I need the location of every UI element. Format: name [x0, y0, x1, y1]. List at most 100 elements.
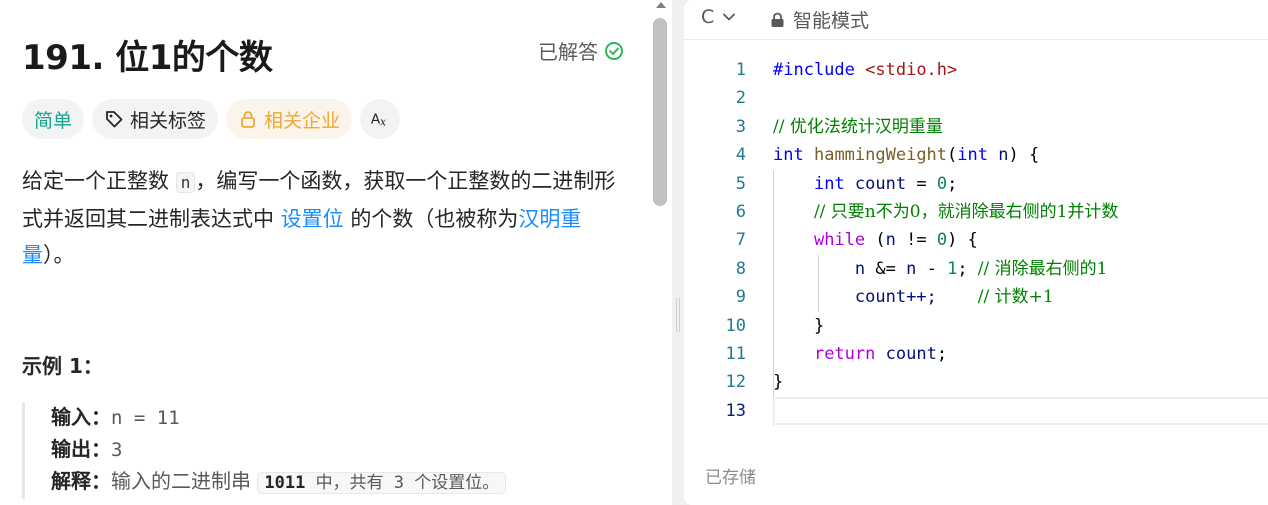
- line-number: 9: [735, 287, 746, 308]
- desc-text: ）。: [43, 243, 75, 267]
- token: int: [957, 145, 988, 166]
- token: count: [854, 173, 907, 194]
- tag-row: 简单 相关标签 相关企业 A x: [22, 99, 401, 139]
- tag-icon: [106, 111, 123, 128]
- translate-button[interactable]: A x: [360, 99, 401, 139]
- code-text: // 优化法统计汉明重量: [773, 113, 943, 141]
- problem-title: 191. 位1的个数: [22, 38, 273, 78]
- code-text: n &= n - 1; // 消除最右侧的1: [854, 258, 1108, 279]
- code-text: while (n != 0) {: [813, 230, 978, 251]
- code-area[interactable]: 1 #include <stdio.h> 2 3 // 优化法统计汉明重量 4 …: [684, 56, 1268, 426]
- desc-text: 的个数（也被称为: [343, 207, 519, 231]
- code-line: 3 // 优化法统计汉明重量: [684, 113, 1268, 141]
- token: // 计数+1: [977, 287, 1054, 308]
- topics-tag-label: 相关标签: [130, 109, 207, 132]
- title-row: 191. 位1的个数 已解答: [22, 30, 624, 78]
- pane-splitter-handle[interactable]: [676, 298, 680, 332]
- companies-tag-button[interactable]: 相关企业: [226, 99, 353, 139]
- code-line-current[interactable]: 13: [684, 396, 1268, 425]
- token: hammingWeight: [813, 145, 948, 166]
- line-number: 13: [725, 400, 746, 421]
- companies-tag-label: 相关企业: [264, 109, 341, 132]
- example-block: 输入：n = 11 输出：3 解释：输入的二进制串 1011 中，共有 3 个设…: [22, 402, 622, 499]
- token: return: [813, 343, 876, 364]
- example-explain-code: 1011 中，共有 3 个设置位。: [257, 472, 507, 494]
- example-output-row: 输出：3: [51, 434, 622, 466]
- line-number: 10: [725, 315, 746, 336]
- explain-code-bold: 1011: [264, 473, 306, 493]
- code-text: int hammingWeight(int n) {: [773, 145, 1040, 166]
- example-explain-label: 解释：: [51, 469, 111, 493]
- code-text: count++; // 计数+1: [773, 283, 1054, 311]
- code-text: }: [773, 315, 825, 336]
- desc-text: 给定一个正整数: [22, 169, 176, 193]
- token: #include: [773, 60, 855, 80]
- code-line: 11 return count;: [684, 340, 1268, 368]
- explain-code-rest: 中，共有 3 个设置位。: [315, 473, 500, 493]
- smart-mode-toggle[interactable]: 智能模式: [770, 6, 869, 33]
- translate-icon: A x: [371, 112, 386, 129]
- example-input-value: n = 11: [111, 407, 180, 429]
- token: n: [998, 145, 1009, 166]
- example-explain-text: 输入的二进制串: [111, 469, 251, 493]
- language-selector[interactable]: C: [701, 6, 736, 28]
- code-text: int count = 0;: [813, 173, 958, 194]
- code-line: 6 // 只要n不为0，就消除最右侧的1并计数: [684, 198, 1268, 226]
- scroll-thumb[interactable]: [653, 18, 667, 206]
- current-line-highlight: [773, 396, 1268, 425]
- difficulty-badge[interactable]: 简单: [22, 99, 85, 139]
- example-explain-row: 解释：输入的二进制串 1011 中，共有 3 个设置位。: [51, 466, 622, 499]
- token: // 消除最右侧的1: [977, 258, 1108, 279]
- example-heading: 示例 1：: [22, 354, 103, 378]
- scroll-up-arrow[interactable]: [656, 2, 666, 8]
- code-text: #include <stdio.h>: [773, 56, 957, 84]
- lock-icon: [241, 111, 255, 128]
- saved-status: 已存储: [705, 468, 756, 488]
- token: // 优化法统计汉明重量: [773, 116, 943, 137]
- token: count++;: [854, 287, 937, 308]
- inline-code-n: n: [175, 172, 196, 193]
- solved-label: 已解答: [538, 40, 598, 64]
- code-line: 5 int count = 0;: [684, 170, 1268, 198]
- code-line: 12 }: [684, 368, 1268, 396]
- mode-label: 智能模式: [793, 10, 870, 32]
- line-number: 3: [735, 116, 746, 137]
- code-text: return count;: [813, 343, 948, 364]
- token: <stdio.h>: [865, 60, 958, 80]
- lock-icon: [771, 12, 784, 27]
- token: while: [813, 230, 866, 251]
- code-line: 1 #include <stdio.h>: [684, 56, 1268, 84]
- line-number: 12: [725, 372, 746, 393]
- description-scrollbar[interactable]: [652, 0, 668, 505]
- code-editor-panel: C 智能模式 1 #include <stdio.h> 2 3 // 优化法统计…: [684, 0, 1268, 505]
- code-text: }: [773, 372, 784, 393]
- code-line: 4 int hammingWeight(int n) {: [684, 141, 1268, 169]
- problem-panel: 191. 位1的个数 已解答 简单 相关标签 相关企业 A x 给定一个正整数 …: [0, 0, 672, 505]
- token: 1: [947, 258, 958, 279]
- link-set-bit[interactable]: 设置位: [281, 207, 344, 231]
- editor-toolbar: C 智能模式: [684, 0, 1268, 40]
- example-output-label: 输出：: [51, 437, 111, 461]
- language-label: C: [701, 6, 715, 28]
- line-number: 5: [735, 173, 746, 194]
- token: // 只要n不为0，就消除最右侧的1并计数: [813, 201, 1119, 222]
- solved-status: 已解答: [538, 36, 624, 65]
- token: int: [773, 145, 804, 166]
- topics-tag-button[interactable]: 相关标签: [92, 99, 219, 139]
- example-output-value: 3: [111, 439, 123, 461]
- check-circle-icon: [605, 41, 623, 60]
- example-input-row: 输入：n = 11: [51, 402, 622, 434]
- token: count: [885, 343, 937, 364]
- line-number: 7: [735, 230, 746, 251]
- code-text: // 只要n不为0，就消除最右侧的1并计数: [773, 198, 1118, 226]
- example-input-label: 输入：: [51, 405, 111, 429]
- line-number: 2: [735, 88, 746, 109]
- line-number: 1: [735, 60, 746, 80]
- line-number: 11: [725, 343, 746, 364]
- token: int: [813, 173, 845, 194]
- chevron-down-icon: [723, 13, 736, 21]
- token: 0: [936, 230, 948, 251]
- code-line: 7 while (n != 0) {: [684, 226, 1268, 254]
- code-line: 9 count++; // 计数+1: [684, 283, 1268, 311]
- code-line: 10 }: [684, 312, 1268, 340]
